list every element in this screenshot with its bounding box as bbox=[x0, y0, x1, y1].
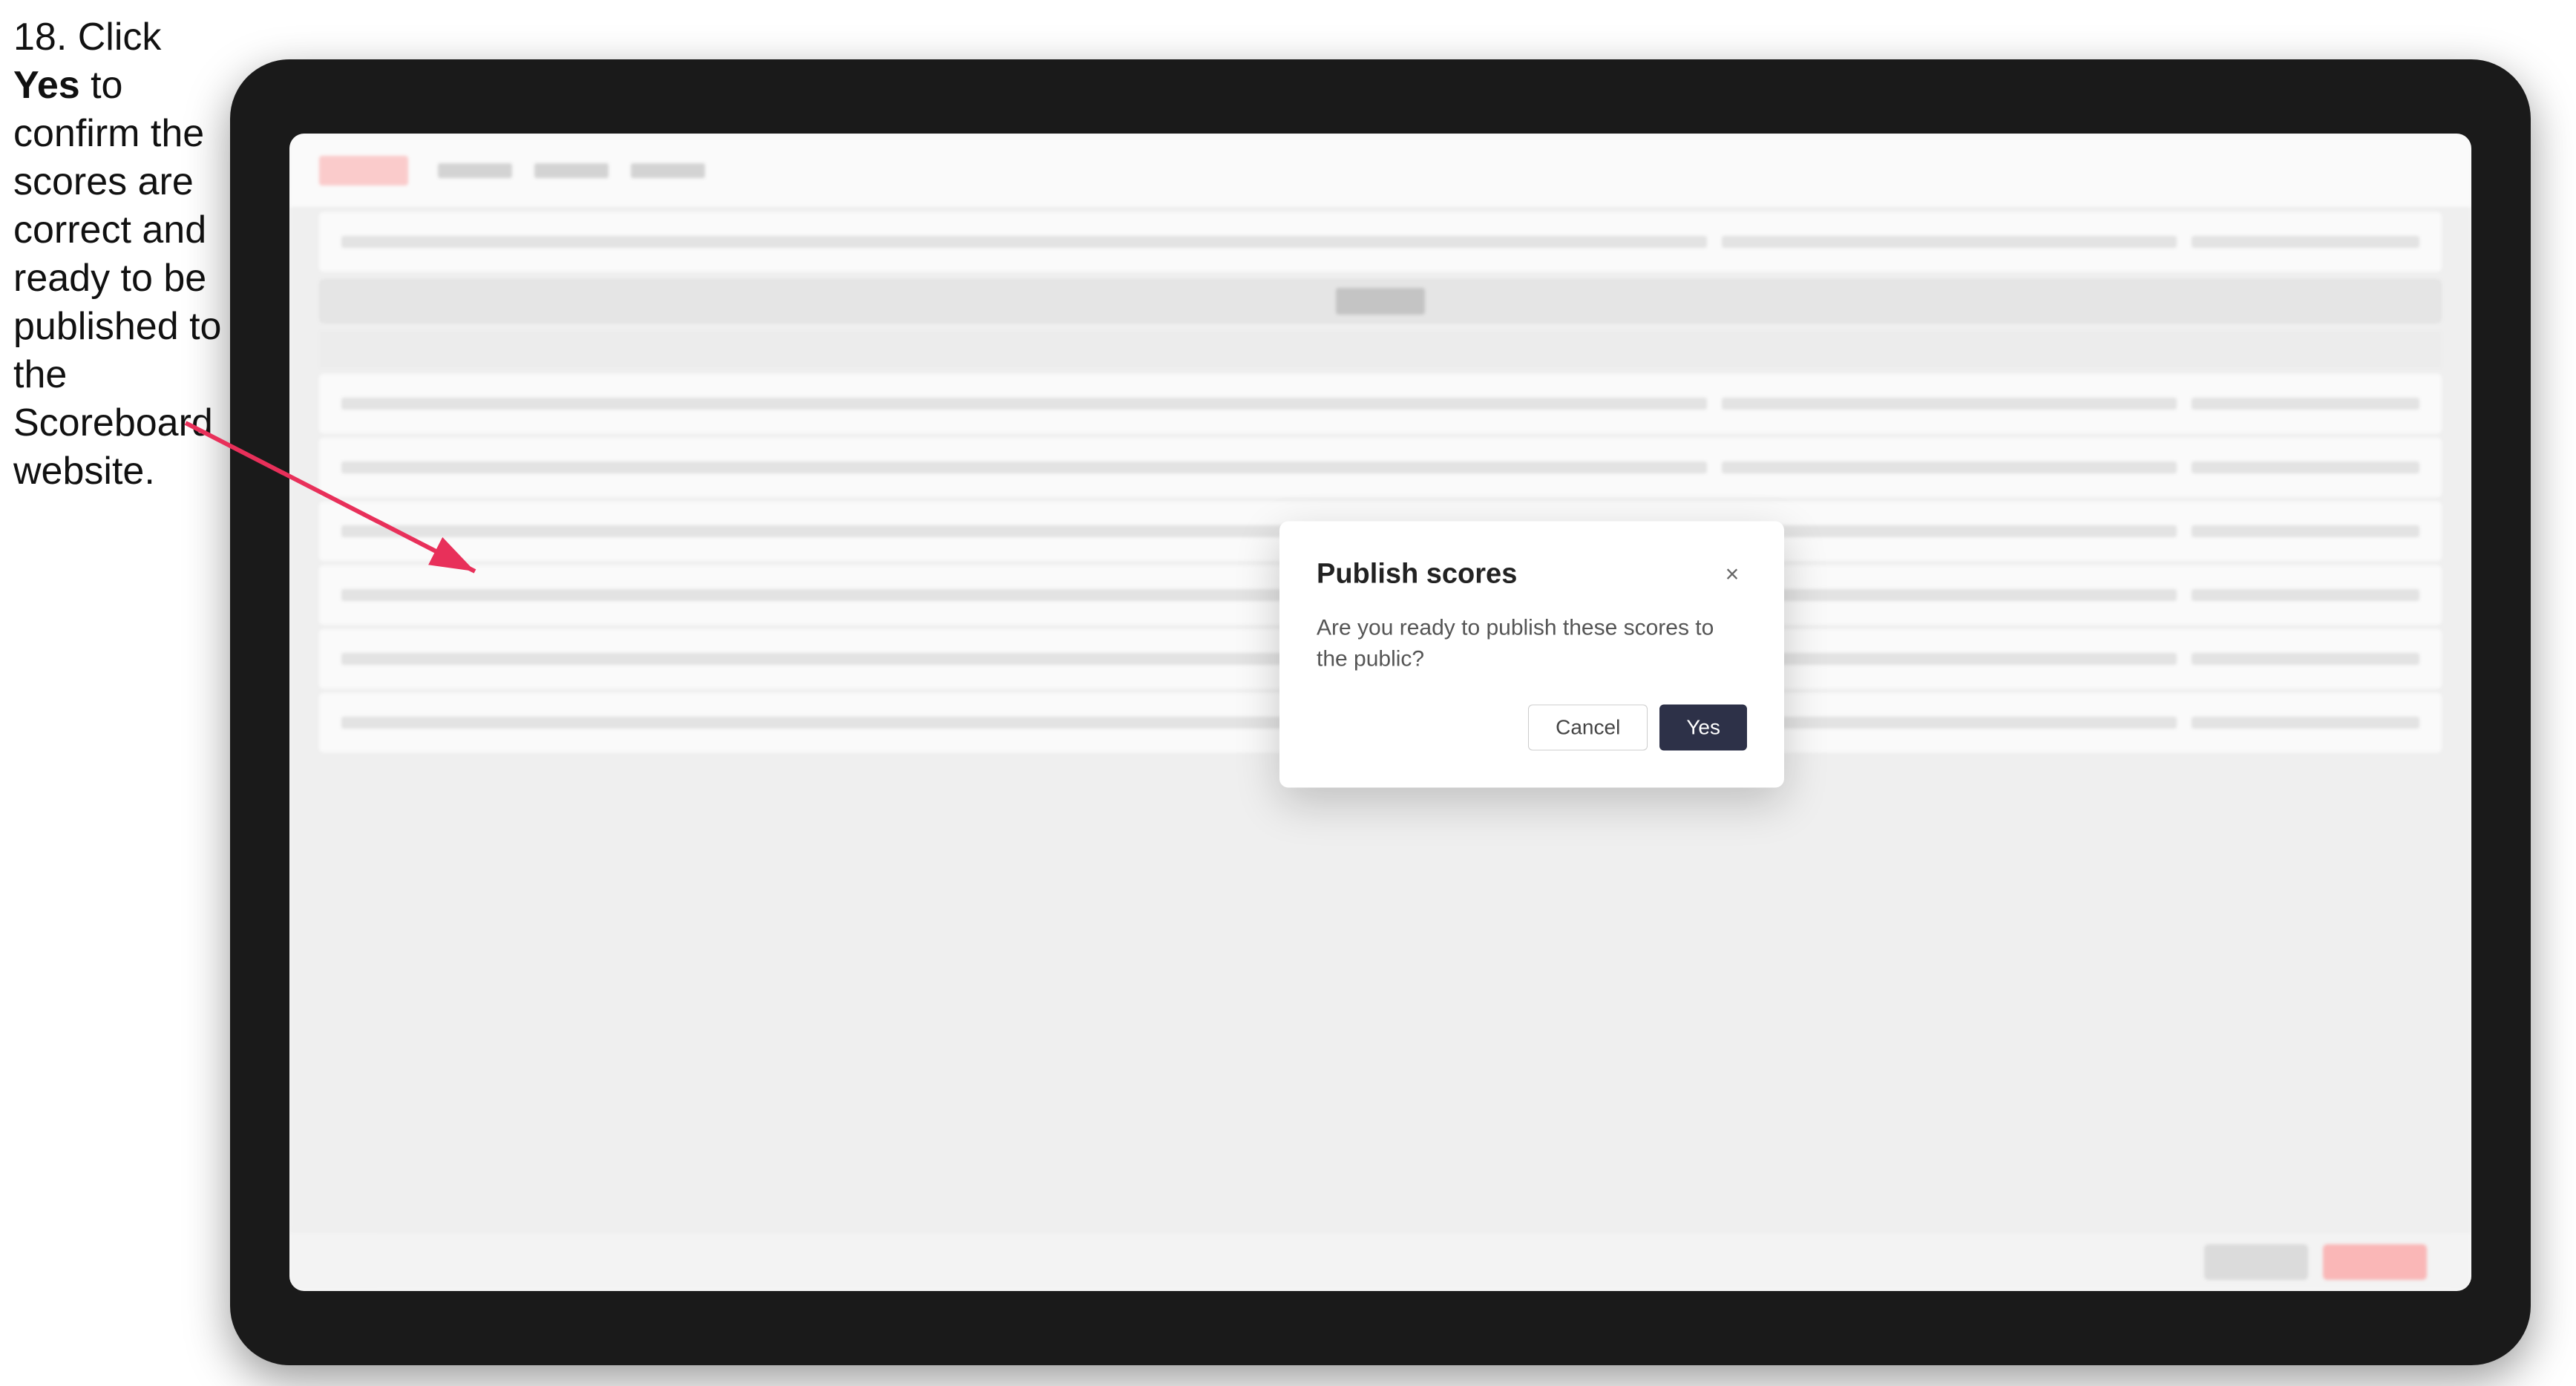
arrow-indicator bbox=[171, 408, 505, 594]
dialog-header: Publish scores × bbox=[1317, 559, 1747, 591]
step-number: 18. bbox=[13, 16, 67, 59]
dialog-close-button[interactable]: × bbox=[1717, 559, 1747, 589]
instruction-bold: Yes bbox=[13, 64, 80, 107]
cancel-button[interactable]: Cancel bbox=[1528, 705, 1648, 751]
dialog-body: Are you ready to publish these scores to… bbox=[1317, 613, 1747, 675]
dialog-overlay: Publish scores × Are you ready to publis… bbox=[289, 134, 2471, 1291]
instruction-prefix: Click bbox=[67, 16, 161, 59]
dialog-actions: Cancel Yes bbox=[1317, 705, 1747, 751]
publish-scores-dialog: Publish scores × Are you ready to publis… bbox=[1279, 522, 1784, 788]
yes-button[interactable]: Yes bbox=[1659, 705, 1747, 751]
dialog-title: Publish scores bbox=[1317, 559, 1517, 591]
tablet-screen: Publish scores × Are you ready to publis… bbox=[289, 134, 2471, 1291]
tablet-device: Publish scores × Are you ready to publis… bbox=[230, 59, 2531, 1365]
